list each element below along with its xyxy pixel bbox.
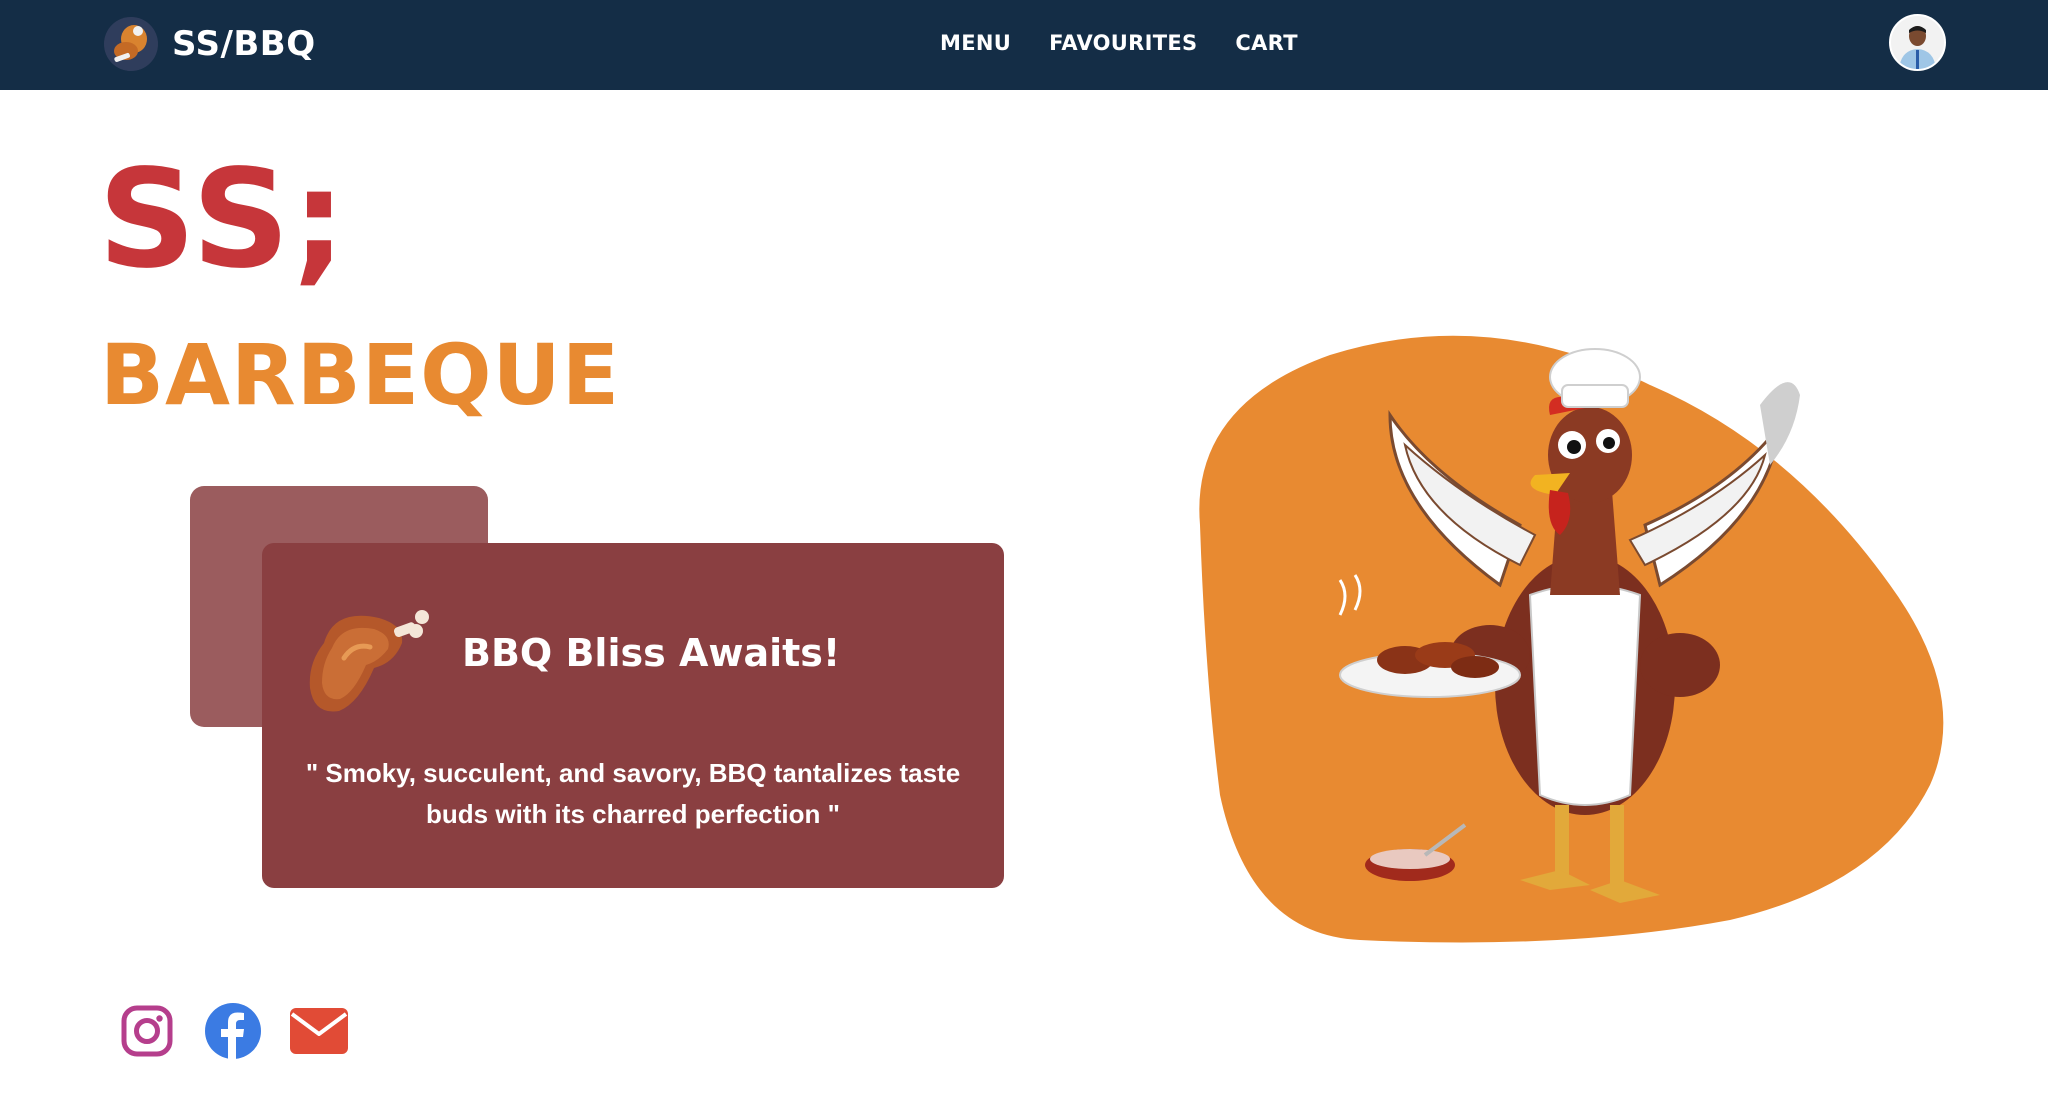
facebook-icon[interactable] [204, 1002, 262, 1060]
nav-favourites-link[interactable]: FAVOURITES [1049, 26, 1197, 60]
user-avatar[interactable] [1889, 14, 1946, 71]
hero-title-sub: BARBEQUE [100, 326, 621, 424]
email-icon[interactable] [290, 1002, 348, 1060]
brand-home-link[interactable]: SS/BBQ [104, 14, 316, 74]
chicken-logo-icon [104, 17, 158, 71]
social-links [118, 1002, 348, 1060]
card-heading: BBQ Bliss Awaits! [462, 631, 841, 675]
hero-title-main: SS; [98, 141, 349, 299]
chef-rooster-illustration [1190, 325, 1960, 945]
brand-name: SS/BBQ [172, 24, 316, 64]
top-navbar: SS/BBQ MENU FAVOURITES CART [0, 0, 2048, 90]
instagram-icon[interactable] [118, 1002, 176, 1060]
nav-menu-link[interactable]: MENU [940, 26, 1011, 60]
promo-card: BBQ Bliss Awaits! " Smoky, succulent, an… [262, 543, 1004, 888]
nav-cart-link[interactable]: CART [1235, 26, 1297, 60]
main-nav: MENU FAVOURITES CART [940, 26, 1298, 60]
drumstick-icon [304, 603, 444, 723]
card-quote: " Smoky, succulent, and savory, BBQ tant… [305, 758, 961, 829]
